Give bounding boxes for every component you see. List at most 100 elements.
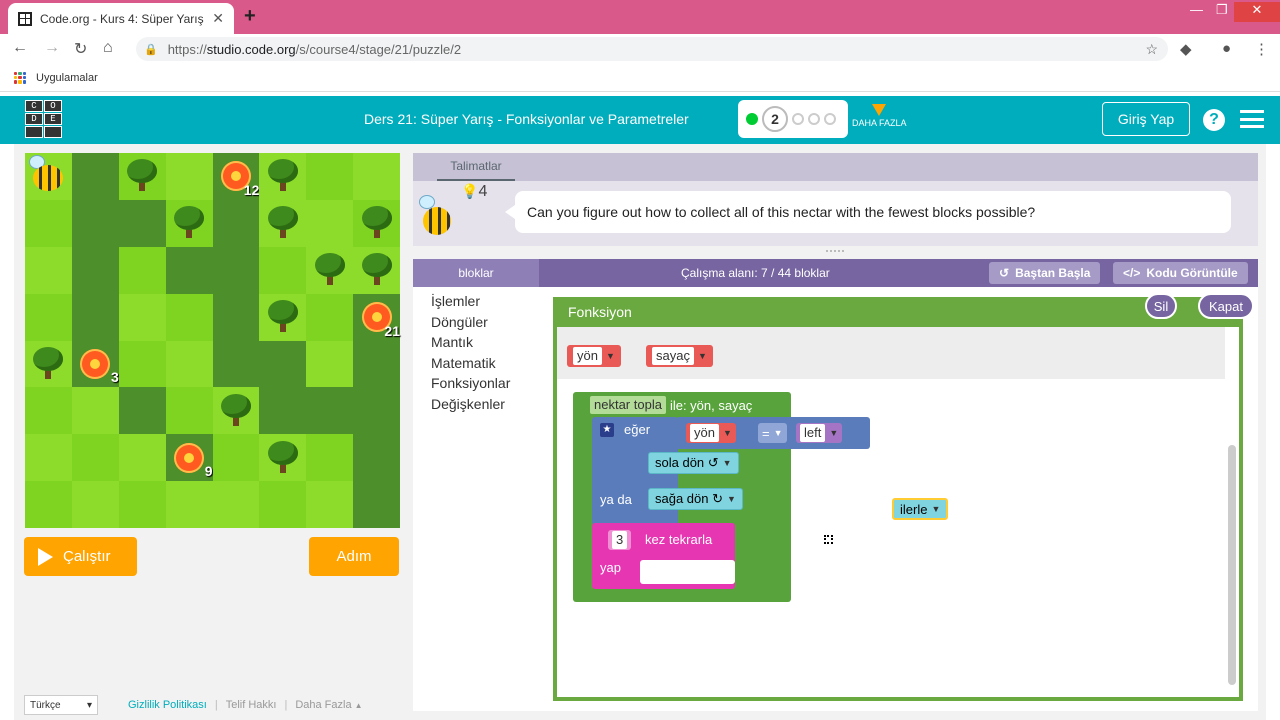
flower-nectar-count: 3 <box>110 369 119 386</box>
bookmark-star-icon[interactable]: ☆ <box>1145 41 1158 58</box>
progress-dot[interactable] <box>824 113 836 125</box>
more-footer-link[interactable]: Daha Fazla <box>295 699 351 711</box>
flower-nectar-count: 9 <box>204 463 213 480</box>
caret-up-icon: ▲ <box>354 700 363 710</box>
delete-function-button[interactable]: Sil <box>1145 293 1177 319</box>
maze-cell <box>165 293 213 341</box>
maze-cell <box>118 387 166 435</box>
param-block-direction[interactable]: yön ▼ <box>567 345 621 367</box>
url-field[interactable]: 🔒 https://studio.code.org/s/course4/stag… <box>136 37 1168 61</box>
tree-icon <box>125 159 159 193</box>
dropdown-arrow-icon: ▾ <box>86 699 92 711</box>
dropdown-arrow-icon: ▼ <box>773 428 783 438</box>
hint-lightbulb-icon[interactable]: 💡4 <box>461 183 487 201</box>
progress-dot[interactable] <box>792 113 804 125</box>
step-button[interactable]: Adım <box>309 537 399 576</box>
browser-menu-icon[interactable]: ⋮ <box>1254 40 1269 58</box>
toolbox-label: bloklar <box>413 259 539 287</box>
tree-icon <box>266 206 300 240</box>
dropdown-arrow-icon: ▼ <box>829 428 839 438</box>
move-forward-block[interactable]: ilerle ▼ <box>892 498 949 520</box>
tree-icon <box>360 253 394 287</box>
logo-letter: O <box>44 100 62 112</box>
maze-cell <box>212 387 260 435</box>
turn-right-block[interactable]: sağa dön ↻ ▼ <box>648 488 743 510</box>
turn-left-label: sola dön ↺ <box>655 455 719 470</box>
privacy-link[interactable]: Gizlilik Politikası <box>128 699 207 711</box>
param-block-counter[interactable]: sayaç ▼ <box>646 345 713 367</box>
tree-icon <box>219 393 253 428</box>
language-select[interactable]: Türkçe ▾ <box>24 695 98 715</box>
maze-cell <box>353 246 400 294</box>
compare-operator[interactable]: = ▼ <box>758 423 787 443</box>
repeat-count-block[interactable]: 3 <box>608 530 632 550</box>
compare-var-block[interactable]: yön ▼ <box>686 423 736 443</box>
close-editor-button[interactable]: Kapat <box>1198 293 1254 319</box>
maze-cell <box>306 293 354 341</box>
window-close-icon[interactable]: ✕ <box>1234 2 1280 22</box>
back-arrow-icon[interactable]: ← <box>12 39 28 57</box>
extension-icon[interactable]: ◆ <box>1180 40 1192 58</box>
progress-dot[interactable] <box>808 113 820 125</box>
restore-icon[interactable]: ❐ <box>1216 2 1228 18</box>
run-label: Çalıştır <box>63 548 111 565</box>
toolbox-category-math[interactable]: Matematik <box>413 355 539 376</box>
logo-letter <box>44 126 62 138</box>
maze-cell <box>118 293 166 341</box>
maze-cell <box>25 153 72 200</box>
toolbox-category-logic[interactable]: Mantık <box>413 334 539 355</box>
flower-icon <box>80 348 111 379</box>
home-icon[interactable]: ⌂ <box>103 39 113 57</box>
toolbox-category-actions[interactable]: İşlemler <box>413 293 539 314</box>
minimize-icon[interactable]: — <box>1190 2 1203 17</box>
maze-cell <box>306 387 354 435</box>
toolbox-category-loops[interactable]: Döngüler <box>413 314 539 335</box>
panel-resize-handle[interactable] <box>826 250 844 254</box>
site-header: C O D E Ders 21: Süper Yarış - Fonksiyon… <box>0 96 1280 144</box>
footer-separator: | <box>214 699 218 711</box>
maze-cell <box>306 246 354 294</box>
maze-cell <box>353 434 400 482</box>
param-name: yön <box>573 347 602 365</box>
compare-value-block[interactable]: left ▼ <box>796 423 843 443</box>
toolbox-category-functions[interactable]: Fonksiyonlar <box>413 375 539 396</box>
hamburger-menu-icon[interactable] <box>1240 110 1264 128</box>
maze-cell <box>118 199 166 247</box>
reload-icon[interactable]: ↻ <box>74 39 87 59</box>
copyright-link[interactable]: Telif Hakkı <box>226 699 277 711</box>
maze-cell: 21 <box>353 293 400 341</box>
bookmark-apps[interactable]: Uygulamalar <box>36 72 98 84</box>
help-icon[interactable]: ? <box>1203 109 1225 131</box>
forward-arrow-icon[interactable]: → <box>44 39 60 57</box>
maze-cell <box>118 434 166 482</box>
progress-dot-completed[interactable] <box>746 113 758 125</box>
profile-icon[interactable]: ● <box>1222 40 1231 57</box>
maze-cell <box>118 246 166 294</box>
toolbox-category-variables[interactable]: Değişkenler <box>413 396 539 417</box>
browser-tab[interactable]: Code.org - Kurs 4: Süper Yarış - F ✕ <box>8 3 234 34</box>
maze-cell <box>259 387 307 435</box>
tree-icon <box>266 300 300 334</box>
maze-cell <box>259 481 307 528</box>
lesson-title[interactable]: Ders 21: Süper Yarış - Fonksiyonlar ve P… <box>364 111 689 127</box>
instructions-tab[interactable]: Talimatlar <box>437 153 515 181</box>
reset-icon: ↺ <box>999 266 1010 280</box>
compare-block[interactable]: yön ▼ = ▼ left ▼ <box>676 417 870 449</box>
gear-icon[interactable]: ★ <box>600 422 614 437</box>
reset-button[interactable]: ↺ Baştan Başla <box>989 262 1101 284</box>
run-button[interactable]: Çalıştır <box>24 537 137 576</box>
turn-left-block[interactable]: sola dön ↺ ▼ <box>648 452 739 474</box>
maze-cell <box>353 153 400 200</box>
code-org-logo[interactable]: C O D E <box>25 100 62 138</box>
new-tab-button[interactable]: + <box>244 5 256 28</box>
tab-close-icon[interactable]: ✕ <box>212 10 224 27</box>
signin-button[interactable]: Giriş Yap <box>1102 102 1190 136</box>
editor-scrollbar[interactable] <box>1228 445 1236 685</box>
reset-label: Baştan Başla <box>1015 266 1091 280</box>
function-name[interactable]: nektar topla <box>590 396 666 414</box>
show-code-button[interactable]: </> Kodu Görüntüle <box>1113 262 1248 284</box>
maze-cell: 9 <box>165 434 213 482</box>
progress-dot-current[interactable]: 2 <box>762 106 788 132</box>
instructions-bee-icon <box>419 195 455 237</box>
more-dropdown[interactable]: DAHA FAZLA <box>852 104 907 128</box>
